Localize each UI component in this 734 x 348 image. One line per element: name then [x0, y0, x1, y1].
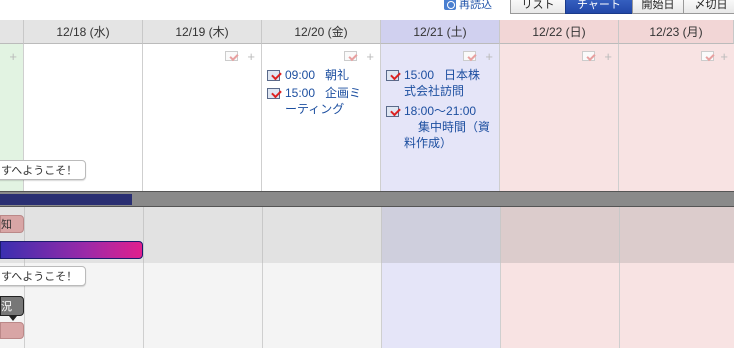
event-title-continued[interactable]: 式会社訪問	[404, 83, 498, 99]
reload-label: 再読込	[459, 0, 492, 11]
welcome-bubble[interactable]: すへようこそ！	[0, 160, 87, 180]
gantt-task-stub[interactable]	[0, 322, 24, 339]
plus-icon[interactable]: +	[366, 50, 374, 63]
event-time: 15:00	[285, 86, 316, 100]
plus-icon[interactable]: +	[247, 50, 255, 63]
deadline-button[interactable]: 〆切日	[683, 0, 734, 14]
schedule-icon	[267, 69, 281, 81]
event-sat-focus-time[interactable]: 18:00〜21:00	[404, 103, 498, 119]
toolbar: 再読込 リスト チャート 開始日 〆切日	[0, 0, 734, 18]
gantt-progress-track[interactable]	[0, 191, 734, 207]
plus-icon[interactable]: +	[720, 50, 728, 63]
day-header-1220[interactable]: 12/20 (金)	[262, 20, 381, 44]
schedule-icon	[386, 105, 400, 117]
reload-button[interactable]: 再読込	[444, 0, 492, 11]
start-date-button[interactable]: 開始日	[632, 0, 684, 14]
event-time: 15:00	[404, 68, 435, 82]
notice-tag[interactable]: 知	[0, 215, 24, 233]
add-schedule-icon[interactable]	[463, 51, 477, 63]
day-header-1222[interactable]: 12/22 (日)	[500, 20, 619, 44]
day-header-1219[interactable]: 12/19 (木)	[143, 20, 262, 44]
reload-icon	[444, 0, 456, 10]
add-schedule-icon[interactable]	[344, 51, 358, 63]
event-title-continued[interactable]: 料作成）	[404, 135, 498, 151]
plus-icon[interactable]: +	[604, 50, 612, 63]
event-fri-morning[interactable]: 09:00 朝礼	[285, 67, 377, 83]
day-header-prev	[0, 20, 24, 44]
schedule-icon	[267, 87, 281, 99]
day-header-1221[interactable]: 12/21 (土)	[381, 20, 500, 44]
date-header: 12/18 (水) 12/19 (木) 12/20 (金) 12/21 (土) …	[0, 20, 734, 44]
gantt-progress-fill	[0, 194, 133, 205]
event-sat-visit[interactable]: 15:00 日本株	[404, 67, 498, 83]
event-time: 09:00	[285, 68, 316, 82]
day-header-1218[interactable]: 12/18 (水)	[24, 20, 143, 44]
chart-view-button[interactable]: チャート	[565, 0, 633, 14]
plus-icon[interactable]: +	[9, 50, 17, 63]
gantt-task-bar[interactable]	[0, 241, 143, 259]
add-schedule-icon[interactable]	[582, 51, 596, 63]
event-fri-meeting[interactable]: 15:00 企画ミ	[285, 85, 377, 101]
day-header-1223[interactable]: 12/23 (月)	[619, 20, 734, 44]
list-view-button[interactable]: リスト	[510, 0, 566, 14]
event-title: 朝礼	[325, 68, 350, 82]
welcome-bubble[interactable]: すへようこそ！	[0, 266, 87, 286]
event-title: 日本株	[444, 68, 481, 82]
add-schedule-icon[interactable]	[701, 51, 715, 63]
status-tag[interactable]: 況	[0, 296, 24, 321]
plus-icon[interactable]: +	[485, 50, 493, 63]
gantt-row-2	[0, 263, 734, 348]
event-title[interactable]: 集中時間（資	[418, 119, 498, 135]
event-title-continued[interactable]: ーティング	[285, 101, 377, 117]
event-title: 企画ミ	[325, 86, 362, 100]
schedule-icon	[386, 69, 400, 81]
add-schedule-icon[interactable]	[225, 51, 239, 63]
